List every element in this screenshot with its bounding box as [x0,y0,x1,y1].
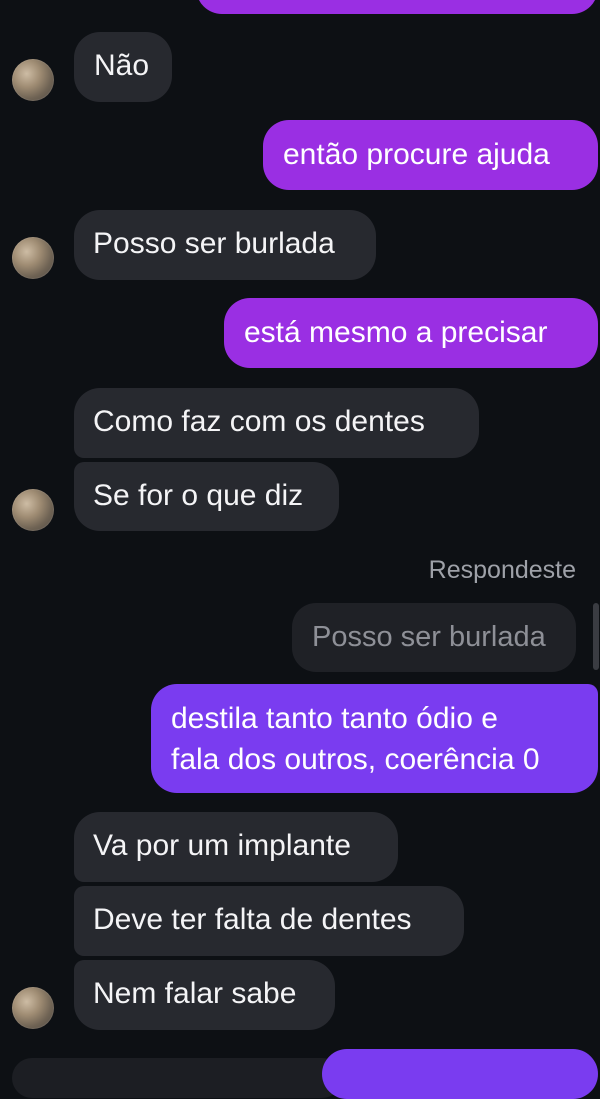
message-text: Deve ter falta de dentes [93,903,412,936]
message-text: então procure ajuda [283,138,550,171]
incoming-message-bubble[interactable]: Como faz com os dentes [74,388,479,458]
message-text: Como faz com os dentes [93,405,425,438]
incoming-message-bubble[interactable]: Va por um implante [74,812,398,882]
incoming-message-bubble[interactable]: Nem falar sabe [74,960,335,1030]
incoming-message-bubble[interactable]: Se for o que diz [74,462,339,531]
message-text-line: fala dos outros, coerência 0 [171,743,540,776]
message-text: Não [94,49,150,82]
contact-avatar[interactable] [12,489,54,531]
outgoing-message-bubble[interactable]: então procure ajuda [263,120,598,190]
incoming-message-bubble-partial[interactable] [12,1058,342,1098]
incoming-message-bubble[interactable]: Deve ter falta de dentes [74,886,464,956]
contact-avatar[interactable] [12,237,54,279]
contact-avatar[interactable] [12,59,54,101]
outgoing-message-bubble[interactable]: está mesmo a precisar [224,298,598,368]
message-text: Nem falar sabe [93,977,297,1010]
message-text-line: destila tanto tanto ódio e [171,702,498,735]
incoming-message-bubble[interactable]: Posso ser burlada [74,210,376,280]
reply-label: Respondeste [428,556,576,584]
quoted-message[interactable]: Posso ser burlada [292,603,576,672]
message-text: está mesmo a precisar [244,316,548,349]
outgoing-message-bubble-partial[interactable] [322,1049,598,1099]
incoming-message-bubble[interactable]: Não [74,32,172,102]
outgoing-message-bubble-partial[interactable] [196,0,598,14]
reply-indicator-bar [593,603,599,670]
message-text: Va por um implante [93,829,351,862]
contact-avatar[interactable] [12,987,54,1029]
message-text: Posso ser burlada [93,227,335,260]
outgoing-message-bubble[interactable]: destila tanto tanto ódio e fala dos outr… [151,684,598,793]
message-text: Se for o que diz [93,479,304,512]
